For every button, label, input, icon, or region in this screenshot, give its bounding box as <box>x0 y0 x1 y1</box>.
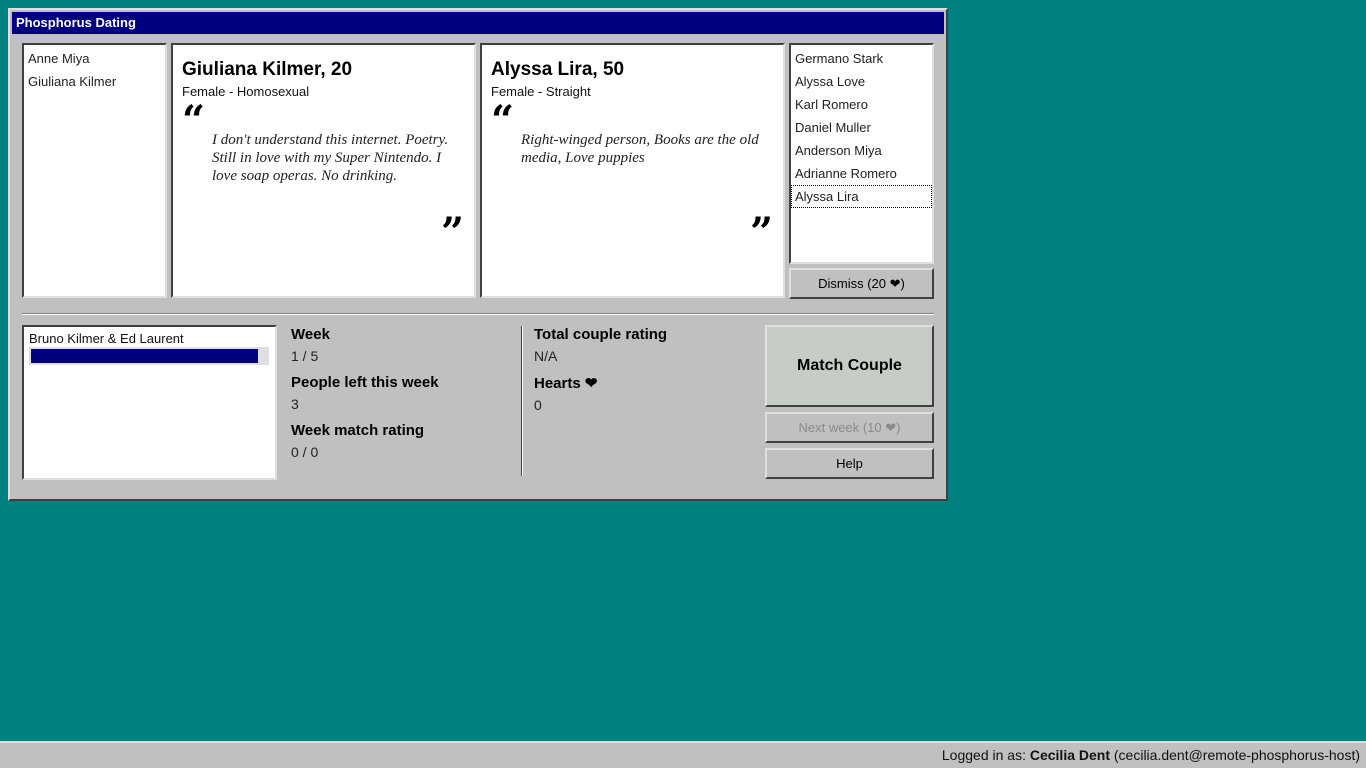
hearts-value: 0 <box>534 397 542 413</box>
people-left-value: 3 <box>291 396 299 412</box>
match-couple-button[interactable]: Match Couple <box>765 325 934 407</box>
list-item-selected[interactable]: Alyssa Lira <box>791 185 932 208</box>
list-item[interactable]: Alyssa Love <box>791 70 932 93</box>
week-stats: Week 1 / 5 People left this week 3 Week … <box>291 326 511 460</box>
open-quote-icon: “ <box>182 97 206 144</box>
right-person-list[interactable]: Germano Stark Alyssa Love Karl Romero Da… <box>789 43 934 264</box>
status-prefix: Logged in as: <box>941 747 1030 763</box>
profile-card-right: Alyssa Lira, 50 Female - Straight “ Righ… <box>480 43 785 298</box>
profile-name: Alyssa Lira, 50 <box>491 59 625 80</box>
profile-quote: I don't understand this internet. Poetry… <box>212 132 449 184</box>
next-week-button[interactable]: Next week (10 ❤) <box>765 412 934 443</box>
heart-icon: ❤ <box>584 375 598 392</box>
help-label: Help <box>836 456 863 471</box>
section-divider <box>22 313 934 315</box>
close-quote-icon: ” <box>440 209 464 256</box>
help-button[interactable]: Help <box>765 448 934 479</box>
dismiss-suffix: ) <box>900 276 905 291</box>
window-title: Phosphorus Dating <box>12 12 944 34</box>
dismiss-label: Dismiss (20 <box>818 276 887 291</box>
app-window: Phosphorus Dating Anne Miya Giuliana Kil… <box>8 8 948 501</box>
heart-icon: ❤ <box>889 276 901 291</box>
close-quote-icon: ” <box>749 209 773 256</box>
status-email: (cecilia.dent@remote-phosphorus-host) <box>1113 747 1360 763</box>
profile-card-left: Giuliana Kilmer, 20 Female - Homosexual … <box>171 43 476 298</box>
status-user: Cecilia Dent <box>1029 747 1110 763</box>
list-item[interactable]: Germano Stark <box>791 47 932 70</box>
week-value: 1 / 5 <box>291 348 319 364</box>
profile-name: Giuliana Kilmer, 20 <box>182 59 353 80</box>
people-left-label: People left this week <box>291 374 439 391</box>
left-person-list[interactable]: Anne Miya Giuliana Kilmer <box>22 43 167 298</box>
couple-progress-fill <box>31 349 258 363</box>
match-rating-label: Week match rating <box>291 422 425 439</box>
dismiss-button[interactable]: Dismiss (20 ❤) <box>789 268 934 299</box>
total-rating-value: N/A <box>534 348 558 364</box>
hearts-label: Hearts <box>534 375 581 392</box>
total-stats: Total couple rating N/A Hearts ❤ 0 <box>534 326 754 413</box>
total-rating-label: Total couple rating <box>534 326 668 343</box>
profile-subtitle: Female - Homosexual <box>182 84 310 99</box>
next-week-label: Next week (10 <box>798 420 882 435</box>
match-rating-value: 0 / 0 <box>291 444 319 460</box>
list-item[interactable]: Adrianne Romero <box>791 162 932 185</box>
list-item[interactable]: Anderson Miya <box>791 139 932 162</box>
list-item[interactable]: Karl Romero <box>791 93 932 116</box>
stats-separator <box>521 326 523 476</box>
hearts-label-row: Hearts ❤ <box>534 374 754 392</box>
list-item[interactable]: Anne Miya <box>24 47 165 70</box>
profile-quote: Right-winged person, Books are the old m… <box>521 132 759 166</box>
week-label: Week <box>291 326 330 343</box>
couples-list[interactable]: Bruno Kilmer & Ed Laurent <box>22 325 277 480</box>
match-couple-label: Match Couple <box>797 357 902 374</box>
list-item[interactable]: Giuliana Kilmer <box>24 70 165 93</box>
couple-name[interactable]: Bruno Kilmer & Ed Laurent <box>29 331 270 346</box>
open-quote-icon: “ <box>491 97 515 144</box>
status-bar: Logged in as: Cecilia Dent (cecilia.dent… <box>0 741 1366 768</box>
next-week-suffix: ) <box>896 420 901 435</box>
list-item[interactable]: Daniel Muller <box>791 116 932 139</box>
heart-icon: ❤ <box>885 420 897 435</box>
couple-progress-bar <box>29 347 269 365</box>
profile-subtitle: Female - Straight <box>491 84 591 99</box>
